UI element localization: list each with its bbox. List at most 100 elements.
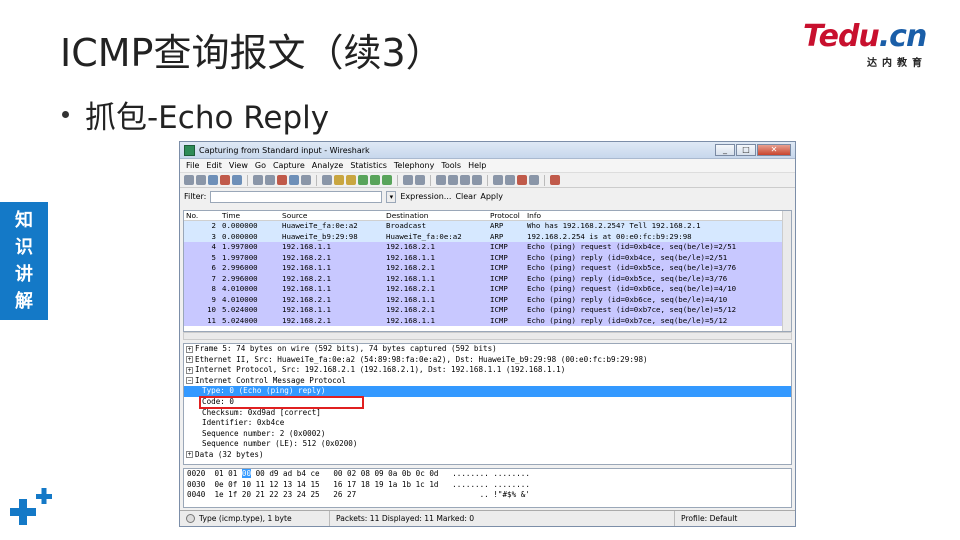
expand-icon[interactable]: + [186,451,193,459]
menu-capture[interactable]: Capture [273,161,305,170]
detail-line[interactable]: Sequence number: 2 (0x0002) [184,429,791,440]
colorize-icon[interactable] [403,175,413,185]
expand-icon[interactable]: + [186,356,193,364]
last-packet-icon[interactable] [382,175,392,185]
apply-button[interactable]: Apply [480,192,503,201]
column-header[interactable]: Destination [384,211,488,220]
capture-filters-icon[interactable] [493,175,503,185]
options-icon[interactable] [196,175,206,185]
column-header[interactable]: Protocol [488,211,525,220]
clear-button[interactable]: Clear [455,192,476,201]
help-icon[interactable] [550,175,560,185]
table-row[interactable]: 2 0.000000 HuaweiTe_fa:0e:a2 Broadcast ARP Wh… [184,221,791,232]
detail-line[interactable]: + Data (32 bytes) [184,450,791,461]
column-header[interactable]: Source [280,211,384,220]
side-tab-char: 识 [15,237,33,258]
table-row[interactable]: 5 1.997000 192.168.2.1 192.168.1.1 ICMP Echo … [184,252,791,263]
detail-text: Identifier: 0xb4ce [202,418,285,428]
table-cell: 4 [211,242,216,251]
table-row[interactable]: 8 4.010000 192.168.1.1 192.168.2.1 ICMP Echo … [184,284,791,295]
resize-columns-icon[interactable] [472,175,482,185]
expression-button[interactable]: Expression... [400,192,451,201]
find-icon[interactable] [322,175,332,185]
collapse-icon[interactable]: − [186,377,193,385]
start-capture-icon[interactable] [208,175,218,185]
detail-line[interactable]: + Frame 5: 74 bytes on wire (592 bits), 7… [184,344,791,355]
hex-post: 00 d9 ad b4 ce 00 02 08 09 0a 0b 0c 0d [251,469,439,478]
zoom-in-icon[interactable] [436,175,446,185]
menu-help[interactable]: Help [468,161,486,170]
table-cell: ARP [490,221,504,230]
table-row[interactable]: 7 2.996000 192.168.2.1 192.168.1.1 ICMP Echo … [184,273,791,284]
table-row[interactable]: 10 5.024000 192.168.1.1 192.168.2.1 ICMP Echo… [184,305,791,316]
interfaces-icon[interactable] [184,175,194,185]
reload-icon[interactable] [289,175,299,185]
hex-row[interactable]: 0030 0e 0f 10 11 12 13 14 15 16 17 18 19… [184,480,791,491]
column-header[interactable]: Info [525,211,785,220]
hex-row[interactable]: 0020 01 01 00 00 d9 ad b4 ce 00 02 08 09… [184,469,791,480]
menu-telephony[interactable]: Telephony [394,161,434,170]
detail-line[interactable]: Sequence number (LE): 512 (0x0200) [184,439,791,450]
detail-line[interactable]: Identifier: 0xb4ce [184,418,791,429]
hex-pre: 0e 0f 10 11 12 13 14 15 16 17 18 19 1a 1… [205,479,439,489]
menu-analyze[interactable]: Analyze [312,161,344,170]
plus-decoration-icon [10,488,52,525]
menu-statistics[interactable]: Statistics [350,161,387,170]
menu-file[interactable]: File [186,161,199,170]
detail-line[interactable]: + Ethernet II, Src: HuaweiTe_fa:0e:a2 (54… [184,355,791,366]
table-cell: Echo (ping) reply (id=0xb5ce, seq(be/le)… [527,273,728,283]
go-forward-icon[interactable] [346,175,356,185]
table-row[interactable]: 11 5.024000 192.168.2.1 192.168.1.1 ICMP Echo… [184,315,791,326]
open-file-icon[interactable] [253,175,263,185]
expand-icon[interactable]: + [186,366,193,374]
detail-line[interactable]: + Internet Protocol, Src: 192.168.2.1 (19… [184,365,791,376]
minimize-button[interactable]: _ [715,144,735,156]
hex-row[interactable]: 0040 1e 1f 20 21 22 23 24 25 26 27 .. !"… [184,490,791,501]
first-packet-icon[interactable] [370,175,380,185]
table-row[interactable]: 9 4.010000 192.168.2.1 192.168.1.1 ICMP Echo … [184,294,791,305]
go-back-icon[interactable] [334,175,344,185]
expert-info-icon[interactable] [186,514,195,523]
packet-list-hscrollbar[interactable] [183,332,792,340]
filter-input[interactable] [210,190,383,203]
filter-dropdown-icon[interactable]: ▾ [386,190,397,203]
toolbar-separator [544,174,545,186]
table-cell: HuaweiTe_fa:0e:a2 [282,221,358,230]
table-cell: HuaweiTe_fa:0e:a2 [386,231,462,241]
save-file-icon[interactable] [265,175,275,185]
table-row[interactable]: 4 1.997000 192.168.1.1 192.168.2.1 ICMP Echo … [184,242,791,253]
detail-line[interactable]: − Internet Control Message Protocol [184,376,791,387]
table-cell: 192.168.1.1 [386,294,435,304]
zoom-out-icon[interactable] [448,175,458,185]
expand-icon[interactable]: + [186,345,193,353]
display-filters-icon[interactable] [505,175,515,185]
menu-view[interactable]: View [229,161,248,170]
stop-capture-icon[interactable] [220,175,230,185]
menu-go[interactable]: Go [255,161,266,170]
menu-tools[interactable]: Tools [441,161,461,170]
coloring-rules-icon[interactable] [517,175,527,185]
column-header[interactable]: No. [184,211,220,220]
column-header[interactable]: Time [220,211,280,220]
highlight-box [199,396,364,409]
table-cell: 2.996000 [222,273,258,283]
bullet-dot [62,111,69,118]
go-to-packet-icon[interactable] [358,175,368,185]
table-row[interactable]: 6 2.996000 192.168.1.1 192.168.2.1 ICMP Echo … [184,263,791,274]
close-file-icon[interactable] [277,175,287,185]
close-button[interactable]: ✕ [757,144,791,156]
print-icon[interactable] [301,175,311,185]
detail-line[interactable]: Checksum: 0xd9ad [correct] [184,408,791,419]
preferences-icon[interactable] [529,175,539,185]
status-profile[interactable]: Profile: Default [681,514,737,523]
maximize-button[interactable]: □ [736,144,756,156]
hex-off: 0030 [187,479,206,489]
restart-capture-icon[interactable] [232,175,242,185]
normal-size-icon[interactable] [460,175,470,185]
window-title: Capturing from Standard input - Wireshar… [199,145,370,155]
menu-edit[interactable]: Edit [206,161,222,170]
toolbar-separator [316,174,317,186]
autoscroll-icon[interactable] [415,175,425,185]
table-row[interactable]: 3 0.000000 HuaweiTe_b9:29:98 HuaweiTe_fa:0e… [184,231,791,242]
packet-list-scrollbar[interactable] [782,211,791,331]
